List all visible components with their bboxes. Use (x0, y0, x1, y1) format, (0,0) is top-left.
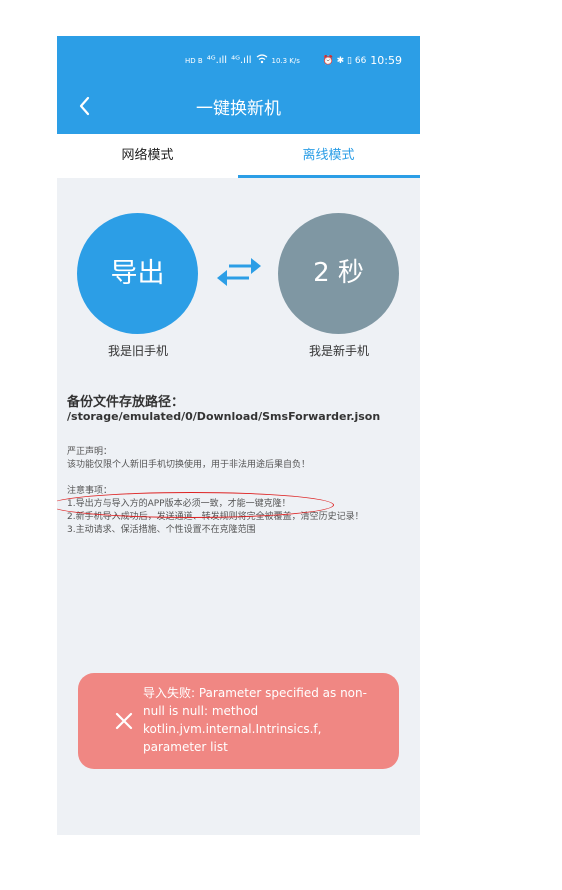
backup-path-value: /storage/emulated/0/Download/SmsForwarde… (67, 410, 381, 423)
status-right: ⏰ ✱ ▯ 66 10:59 (323, 54, 402, 67)
toast-message: 导入失败: Parameter specified as non-null is… (143, 686, 367, 754)
signal-icon-1: ⁴ᴳ.ıll (206, 55, 228, 66)
notes-title: 注意事项： (67, 486, 113, 496)
note-item: 1.导出方与导入方的APP版本必须一致，才能一键克隆！ (67, 499, 291, 509)
network-badge: HD B (185, 56, 203, 65)
notes-section: 注意事项： 1.导出方与导入方的APP版本必须一致，才能一键克隆！ 2.新手机导… (67, 485, 412, 537)
active-tab-indicator (238, 175, 420, 178)
status-time: 10:59 (370, 54, 402, 67)
status-bar: HD B ⁴ᴳ.ıll ⁴ᴳ.ıll 10.3 K/s ⏰ ✱ ▯ 66 10:… (57, 36, 420, 82)
old-phone-label: 我是旧手机 (107, 344, 168, 358)
signal-icon-2: ⁴ᴳ.ıll (231, 55, 252, 66)
network-speed: 10.3 K/s (271, 56, 300, 65)
countdown-timer: 2 秒 (278, 213, 399, 334)
page-title: 一键换新机 (196, 99, 281, 119)
phone-screen: HD B ⁴ᴳ.ıll ⁴ᴳ.ıll 10.3 K/s ⏰ ✱ ▯ 66 10:… (57, 36, 420, 835)
close-icon[interactable] (112, 709, 136, 733)
swap-arrows-icon (215, 252, 263, 292)
note-item: 2.新手机导入成功后，发送通道、转发规则将完全被覆盖，清空历史记录！ (67, 512, 364, 522)
status-icons: ⏰ ✱ ▯ 66 (322, 55, 367, 66)
export-button[interactable]: 导出 (77, 213, 198, 334)
app-header: 一键换新机 (57, 82, 420, 134)
note-item: 3.主动请求、保活措施、个性设置不在克隆范围 (67, 525, 256, 535)
tab-offline-mode[interactable]: 离线模式 (238, 134, 419, 178)
new-phone-label: 我是新手机 (308, 344, 369, 358)
backup-path-title: 备份文件存放路径： (67, 395, 185, 410)
status-left: HD B ⁴ᴳ.ıll ⁴ᴳ.ıll 10.3 K/s (185, 54, 300, 67)
disclaimer-section: 严正声明： 该功能仅限个人新旧手机切换使用，用于非法用途后果自负！ (67, 446, 412, 472)
wifi-icon (256, 54, 268, 67)
mode-tabs: 网络模式 离线模式 (57, 134, 420, 178)
disclaimer-text: 该功能仅限个人新旧手机切换使用，用于非法用途后果自负！ (67, 460, 311, 470)
disclaimer-title: 严正声明： (67, 447, 113, 457)
tab-network-mode[interactable]: 网络模式 (57, 134, 238, 178)
error-toast: 导入失败: Parameter specified as non-null is… (78, 673, 399, 769)
